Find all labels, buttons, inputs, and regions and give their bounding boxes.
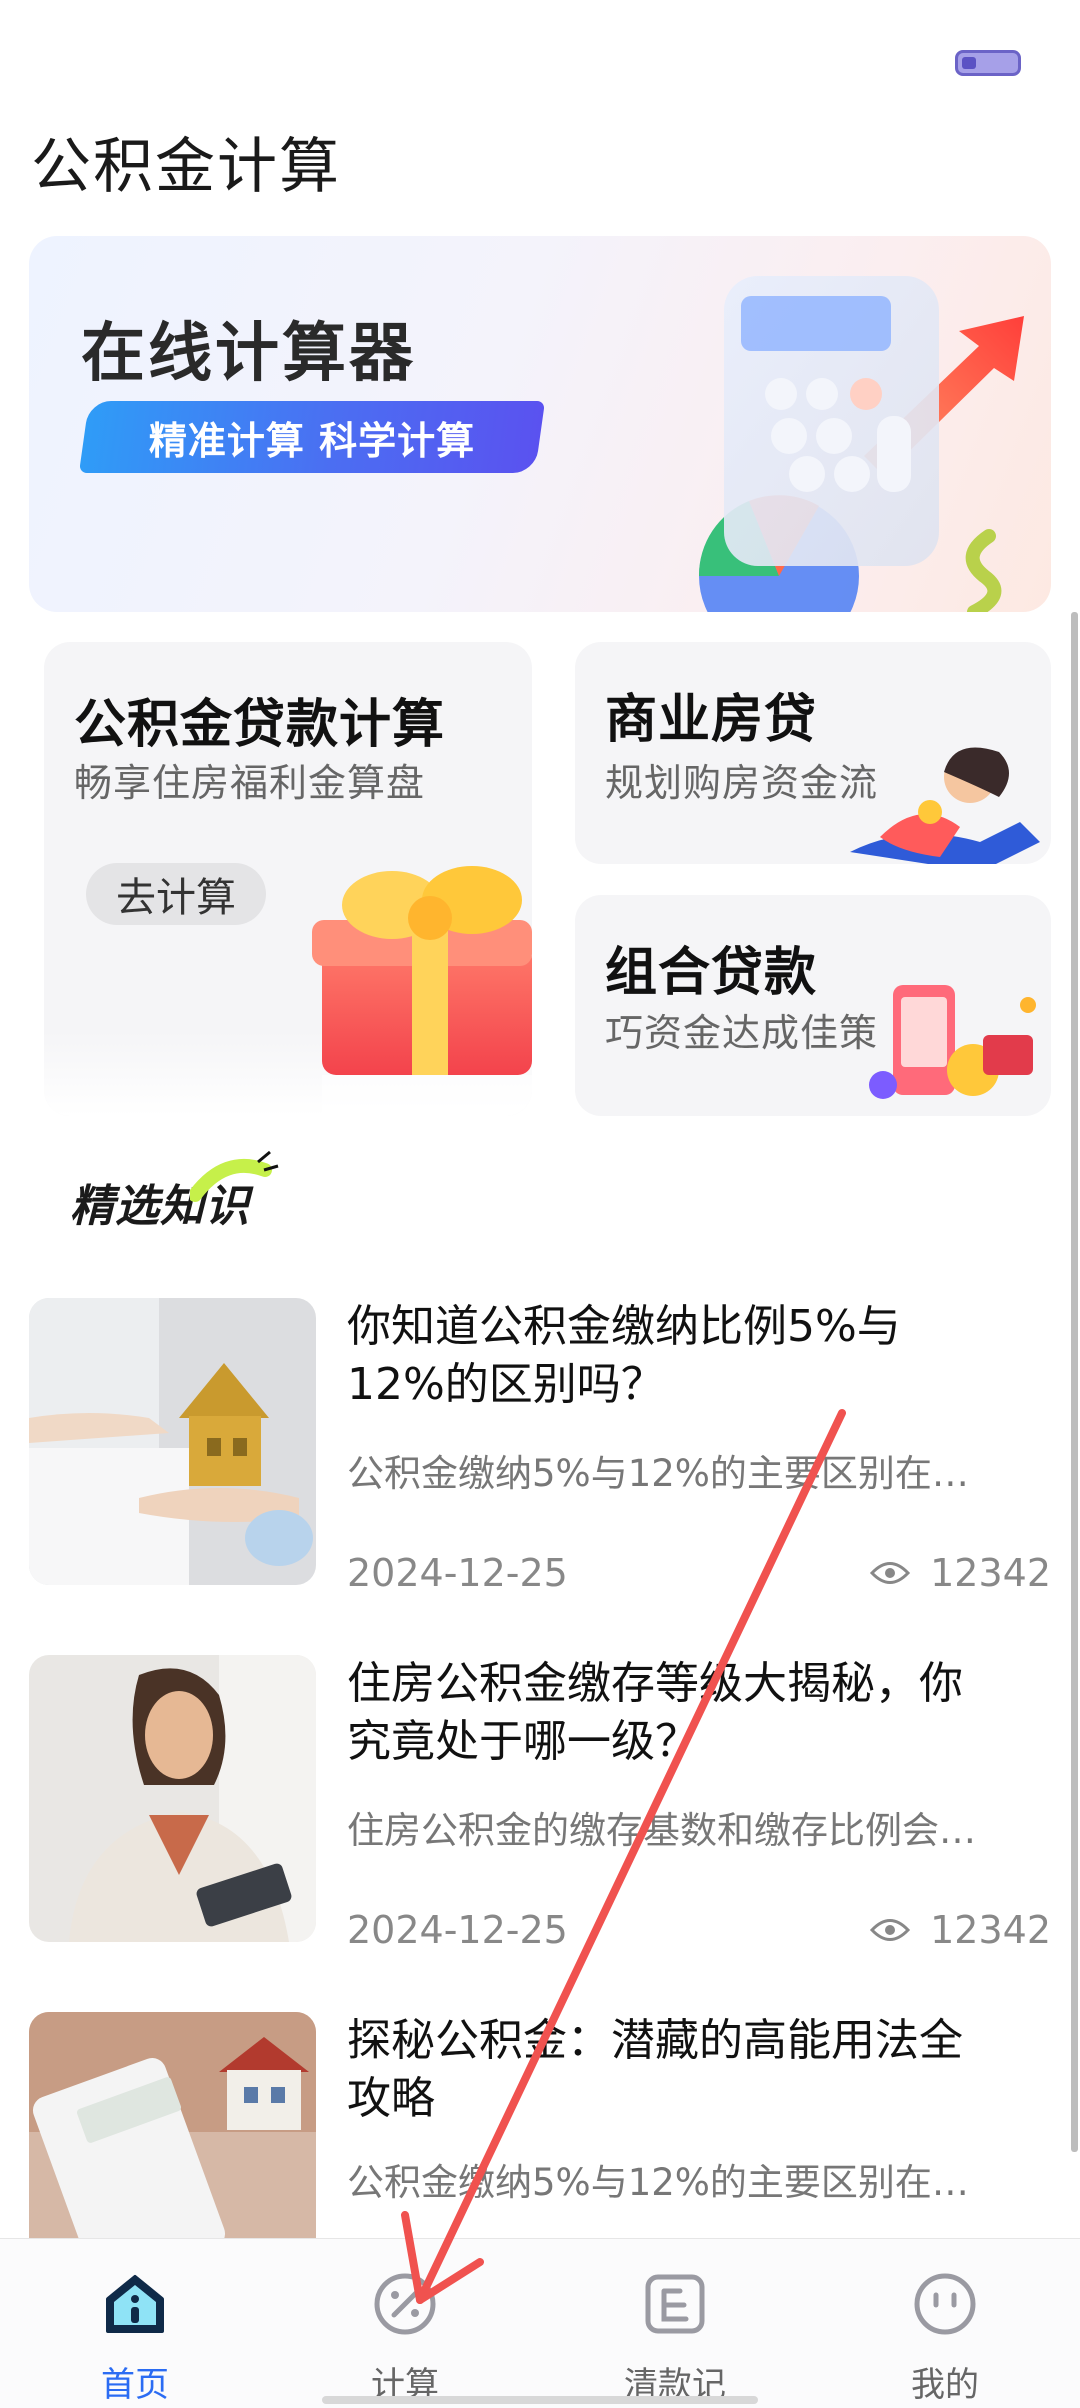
- combination-loan-subtitle: 巧资金达成佳策: [605, 1011, 879, 1055]
- article-view-count: 12342: [930, 1908, 1051, 1952]
- go-calculate-button[interactable]: 去计算: [86, 863, 266, 925]
- article-description: 公积金缴纳5%与12%的主要区别在…: [347, 2161, 969, 2204]
- nav-item-calculate[interactable]: 计算: [270, 2239, 540, 2408]
- commercial-loan-card[interactable]: 商业房贷 规划购房资金流: [575, 642, 1051, 864]
- profile-icon: [914, 2273, 976, 2335]
- housing-fund-loan-card[interactable]: 公积金贷款计算 畅享住房福利金算盘 去计算: [44, 642, 532, 1116]
- bottom-navigation: 首页 计算 清款记 我的: [0, 2238, 1080, 2408]
- heading-accent-icon: [190, 1150, 279, 1202]
- article-description: 公积金缴纳5%与12%的主要区别在…: [347, 1452, 969, 1495]
- combination-loan-card[interactable]: 组合贷款 巧资金达成佳策: [575, 895, 1051, 1116]
- calculator-illustration: [698, 276, 1024, 612]
- article-views: 12342: [870, 1551, 1051, 1595]
- article-title: 你知道公积金缴纳比例5%与12%的区别吗？: [347, 1301, 901, 1410]
- article-item[interactable]: 住房公积金缴存等级大揭秘，你究竟处于哪一级？ 住房公积金的缴存基数和缴存比例会……: [29, 1655, 1051, 1955]
- nav-item-home[interactable]: 首页: [0, 2239, 270, 2408]
- article-item[interactable]: 你知道公积金缴纳比例5%与12%的区别吗？ 公积金缴纳5%与12%的主要区别在……: [29, 1298, 1051, 1598]
- commercial-loan-title: 商业房贷: [605, 690, 818, 750]
- page-title: 公积金计算: [31, 132, 341, 202]
- home-indicator[interactable]: [322, 2396, 758, 2404]
- calculate-icon: [374, 2273, 436, 2335]
- banner-title: 在线计算器: [81, 317, 416, 391]
- calculator-banner[interactable]: 在线计算器 精准计算 科学计算: [29, 236, 1051, 612]
- nav-item-ledger[interactable]: 清款记: [540, 2239, 810, 2408]
- nav-label-profile: 我的: [911, 2365, 979, 2405]
- eye-icon: [870, 1562, 911, 1584]
- combination-loan-title: 组合贷款: [605, 943, 818, 1003]
- woman-tablet-image: [29, 1655, 316, 1942]
- housing-fund-loan-subtitle: 畅享住房福利金算盘: [74, 761, 426, 805]
- app-screen: 公积金计算 在线计算器 精准计算 科学计算 公积金贷款计算 畅享住房福利金算盘 …: [0, 0, 1080, 2408]
- nav-item-profile[interactable]: 我的: [810, 2239, 1080, 2408]
- article-description: 住房公积金的缴存基数和缴存比例会…: [347, 1809, 976, 1852]
- article-date: 2024-12-25: [347, 1908, 568, 1952]
- article-title: 探秘公积金：潜藏的高能用法全攻略: [347, 2015, 963, 2124]
- housing-fund-loan-title: 公积金贷款计算: [74, 695, 446, 755]
- article-date: 2024-12-25: [347, 1551, 568, 1595]
- ledger-icon: [645, 2274, 705, 2334]
- phone-shopping-illustration: [869, 985, 1036, 1099]
- article-thumbnail: [29, 1655, 316, 1942]
- scrollbar[interactable]: [1071, 612, 1078, 2152]
- nav-label-home: 首页: [101, 2365, 169, 2405]
- eye-icon: [870, 1919, 911, 1941]
- banner-tag-text: 精准计算 科学计算: [148, 418, 476, 463]
- article-thumbnail: [29, 1298, 316, 1585]
- article-view-count: 12342: [930, 1551, 1051, 1595]
- woman-illustration: [850, 747, 1040, 864]
- home-icon: [106, 2275, 164, 2333]
- banner-tag: 精准计算 科学计算: [78, 401, 546, 473]
- house-model-image: [29, 1298, 316, 1585]
- article-views: 12342: [870, 1908, 1051, 1952]
- gift-box-icon: [312, 866, 532, 1116]
- article-title: 住房公积金缴存等级大揭秘，你究竟处于哪一级？: [347, 1658, 963, 1767]
- battery-icon: [955, 50, 1021, 76]
